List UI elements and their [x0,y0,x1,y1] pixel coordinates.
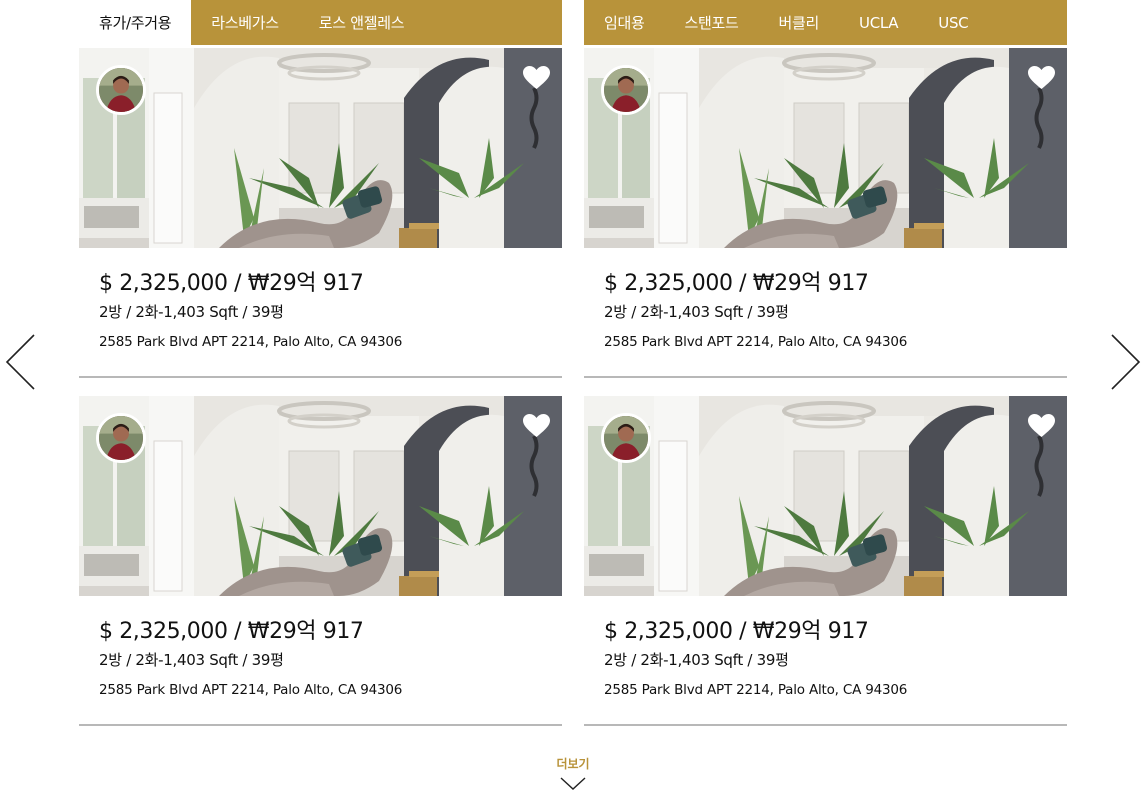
listing-spec: 2방 / 2화-1,403 Sqft / 39평 [99,651,284,669]
tab-rental[interactable]: 임대용 [584,0,665,45]
listing-column-left: 휴가/주거용 라스베가스 로스 앤젤레스 $ 2,325,000 / ₩29억 … [79,0,562,726]
chevron-left-icon[interactable] [4,333,36,391]
tab-ucla[interactable]: UCLA [839,0,918,45]
listing-price: $ 2,325,000 / ₩29억 917 [99,619,364,644]
listing-price: $ 2,325,000 / ₩29억 917 [604,619,869,644]
listing-card[interactable]: $ 2,325,000 / ₩29억 917 2방 / 2화-1,403 Sqf… [584,396,1067,726]
chevron-right-icon[interactable] [1110,333,1142,391]
listing-address: 2585 Park Blvd APT 2214, Palo Alto, CA 9… [99,682,403,698]
heart-icon[interactable] [523,414,550,438]
listing-photo[interactable] [584,48,1067,248]
listing-column-right: 임대용 스탠포드 버클리 UCLA USC $ 2,325,000 / ₩29억… [584,0,1067,726]
listing-spec: 2방 / 2화-1,403 Sqft / 39평 [99,303,284,321]
agent-avatar[interactable] [601,65,651,115]
agent-avatar[interactable] [96,413,146,463]
chevron-down-icon [560,777,586,790]
listing-address: 2585 Park Blvd APT 2214, Palo Alto, CA 9… [604,334,908,350]
tabbar-right: 임대용 스탠포드 버클리 UCLA USC [584,0,1067,45]
listing-card[interactable]: $ 2,325,000 / ₩29억 917 2방 / 2화-1,403 Sqf… [79,48,562,378]
tab-berkeley[interactable]: 버클리 [759,0,840,45]
load-more-label: 더보기 [556,757,590,771]
listing-card[interactable]: $ 2,325,000 / ₩29억 917 2방 / 2화-1,403 Sqf… [79,396,562,726]
listing-info: $ 2,325,000 / ₩29억 917 2방 / 2화-1,403 Sqf… [584,248,1067,351]
heart-icon[interactable] [1028,66,1055,90]
listing-photo[interactable] [584,396,1067,596]
listing-spec: 2방 / 2화-1,403 Sqft / 39평 [604,303,789,321]
heart-icon[interactable] [523,66,550,90]
listing-info: $ 2,325,000 / ₩29억 917 2방 / 2화-1,403 Sqf… [79,248,562,351]
listing-spec: 2방 / 2화-1,403 Sqft / 39평 [604,651,789,669]
tab-las-vegas[interactable]: 라스베가스 [191,0,299,45]
listing-price: $ 2,325,000 / ₩29억 917 [99,271,364,296]
listing-address: 2585 Park Blvd APT 2214, Palo Alto, CA 9… [99,334,403,350]
tab-stanford[interactable]: 스탠포드 [665,0,759,45]
listing-info: $ 2,325,000 / ₩29억 917 2방 / 2화-1,403 Sqf… [584,596,1067,699]
tab-vacation-residential[interactable]: 휴가/주거용 [79,0,192,45]
listing-photo[interactable] [79,48,562,248]
listing-price: $ 2,325,000 / ₩29억 917 [604,271,869,296]
load-more-button[interactable]: 더보기 [548,755,598,791]
agent-avatar[interactable] [601,413,651,463]
heart-icon[interactable] [1028,414,1055,438]
listing-info: $ 2,325,000 / ₩29억 917 2방 / 2화-1,403 Sqf… [79,596,562,699]
tab-los-angeles[interactable]: 로스 앤젤레스 [299,0,424,45]
listing-address: 2585 Park Blvd APT 2214, Palo Alto, CA 9… [604,682,908,698]
tab-usc[interactable]: USC [918,0,988,45]
listing-card[interactable]: $ 2,325,000 / ₩29억 917 2방 / 2화-1,403 Sqf… [584,48,1067,378]
tabbar-left: 휴가/주거용 라스베가스 로스 앤젤레스 [79,0,562,45]
agent-avatar[interactable] [96,65,146,115]
listing-photo[interactable] [79,396,562,596]
